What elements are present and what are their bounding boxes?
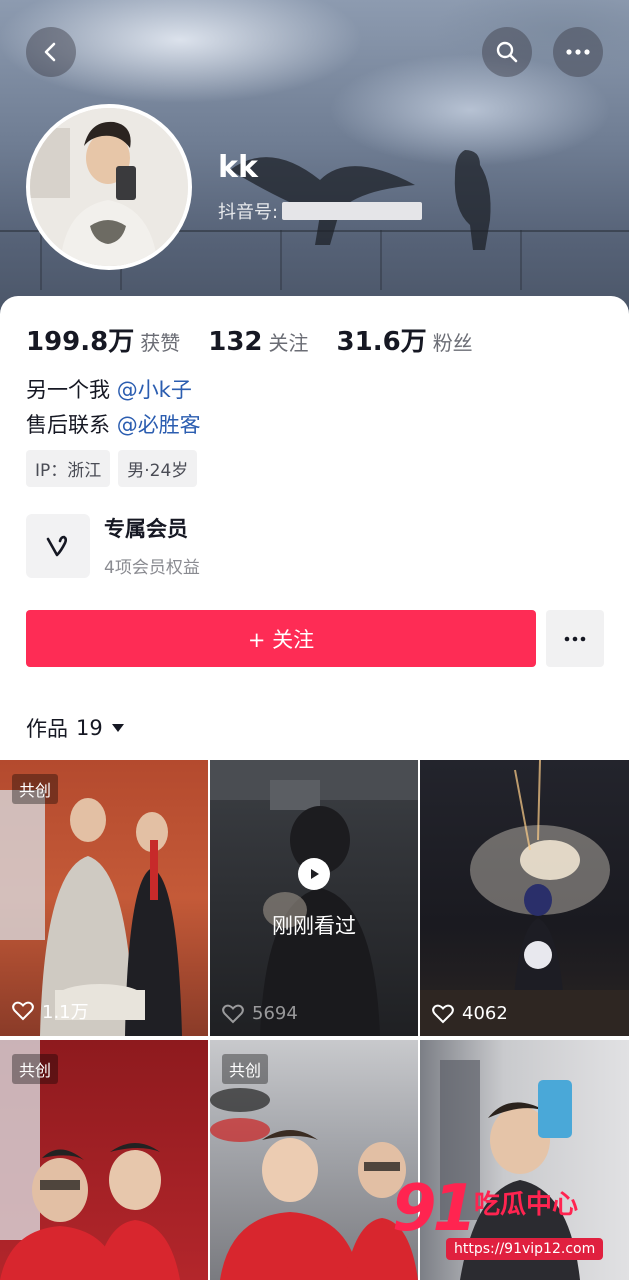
ip-location-tag: IP：浙江 xyxy=(26,450,111,487)
watermark-number: 91 xyxy=(392,1172,477,1246)
more-dots-icon xyxy=(564,636,586,641)
watermark-text: 吃瓜中心 xyxy=(474,1190,579,1220)
like-count-text: 5694 xyxy=(252,1003,298,1024)
search-button[interactable] xyxy=(482,27,532,77)
following-label[interactable]: 关注 xyxy=(269,327,309,356)
following-count[interactable]: 132 xyxy=(208,327,262,357)
works-tab[interactable]: 作品 19 xyxy=(26,713,125,743)
followers-label[interactable]: 粉丝 xyxy=(433,327,473,356)
co-creation-badge: 共创 xyxy=(222,1054,269,1084)
gender-age-tag: 男·24岁 xyxy=(118,450,198,487)
more-icon xyxy=(566,49,590,55)
membership-title: 专属会员 xyxy=(104,517,188,541)
co-creation-badge: 共创 xyxy=(12,774,59,804)
works-count: 19 xyxy=(76,716,103,740)
profile-tags: IP：浙江 男·24岁 xyxy=(26,450,198,487)
avatar[interactable] xyxy=(26,104,192,270)
dropdown-triangle-icon xyxy=(111,724,124,732)
play-icon xyxy=(298,858,330,890)
heart-icon xyxy=(12,1001,34,1021)
heart-icon xyxy=(222,1004,244,1023)
works-label: 作品 xyxy=(26,717,68,741)
member-v-icon xyxy=(26,513,90,578)
douyin-id-redacted xyxy=(282,202,423,220)
stats-row: 199.8万 获赞 132 关注 31.6万 粉丝 xyxy=(26,321,501,358)
banner-post xyxy=(520,230,522,290)
thumbnail-image xyxy=(420,760,629,1036)
like-count: 5694 xyxy=(222,1003,298,1024)
like-count-text: 1.1万 xyxy=(42,1002,89,1023)
like-count-text: 4062 xyxy=(462,1003,508,1024)
like-count: 1.1万 xyxy=(12,998,89,1024)
bio-mention-link[interactable]: @小k子 xyxy=(117,378,192,402)
douyin-id-label: 抖音号: xyxy=(218,202,279,223)
bio-mention-link[interactable]: @必胜客 xyxy=(117,413,201,437)
bio-line-2: 售后联系 @必胜客 xyxy=(26,409,201,439)
video-thumbnail[interactable]: 共创 xyxy=(0,1040,208,1280)
co-creation-badge: 共创 xyxy=(12,1054,59,1084)
video-thumbnail[interactable]: 刚刚看过 5694 xyxy=(210,760,418,1036)
video-thumbnail[interactable]: 共创 1.1万 xyxy=(0,760,208,1036)
bio-text: 另一个我 xyxy=(26,378,110,402)
back-icon xyxy=(44,42,56,62)
site-watermark: 91 吃瓜中心 https://91vip12.com xyxy=(392,1172,622,1272)
membership-subtitle: 4项会员权益 xyxy=(104,558,200,578)
video-thumbnail[interactable]: 共创 xyxy=(210,1040,418,1280)
bio-text: 售后联系 xyxy=(26,413,110,437)
watermark-url: https://91vip12.com xyxy=(446,1238,604,1260)
thumbnail-image xyxy=(210,760,418,1036)
douyin-id-row[interactable]: 抖音号: xyxy=(218,198,423,224)
search-icon xyxy=(496,41,518,63)
follow-button[interactable]: + 关注 xyxy=(26,610,536,667)
likes-label: 获赞 xyxy=(140,331,181,355)
back-button[interactable] xyxy=(26,27,76,77)
video-thumbnail[interactable]: 4062 xyxy=(420,760,629,1036)
bird-silhouette xyxy=(230,157,415,245)
banner-post xyxy=(40,230,42,290)
avatar-photo xyxy=(30,108,188,266)
bio-line-1: 另一个我 @小k子 xyxy=(26,374,192,404)
more-button[interactable] xyxy=(553,27,603,77)
bird-silhouette-small xyxy=(454,150,491,250)
followers-count[interactable]: 31.6万 xyxy=(337,321,427,358)
more-actions-button[interactable] xyxy=(546,610,604,667)
likes-count: 199.8万 xyxy=(26,327,135,357)
heart-icon xyxy=(432,1004,454,1023)
membership-entry[interactable]: 专属会员 4项会员权益 xyxy=(26,513,200,578)
profile-name: kk xyxy=(218,150,258,185)
recently-viewed-label: 刚刚看过 xyxy=(272,914,356,938)
like-count: 4062 xyxy=(432,1003,508,1024)
